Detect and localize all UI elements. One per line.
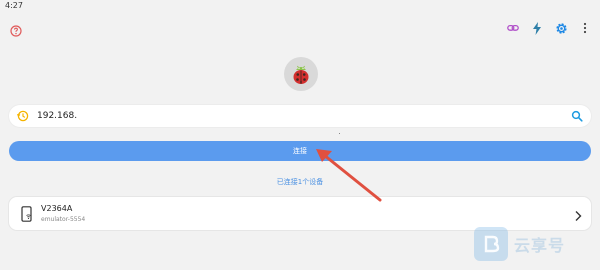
phone-icon	[21, 206, 33, 222]
top-actions	[506, 21, 592, 35]
search-bar	[9, 105, 591, 127]
chevron-right-icon	[573, 207, 583, 221]
device-name: V2364A	[41, 204, 73, 213]
link-icon[interactable]	[506, 21, 520, 35]
history-icon[interactable]	[17, 110, 29, 122]
app-logo	[284, 57, 318, 91]
more-vert-icon[interactable]	[578, 21, 592, 35]
status-bar: 4:27	[0, 0, 600, 14]
connect-button[interactable]: 连接	[9, 141, 591, 161]
address-input[interactable]	[37, 106, 571, 126]
stray-dot	[339, 133, 340, 134]
device-serial: emulator-5554	[41, 216, 86, 223]
status-time: 4:27	[5, 1, 23, 10]
watermark-logo	[474, 227, 508, 261]
watermark-text: 云享号	[514, 236, 566, 255]
help-icon[interactable]	[10, 22, 22, 37]
settings-icon[interactable]	[554, 21, 568, 35]
watermark: 云享号	[474, 224, 594, 264]
connected-status-text[interactable]: 已连接1个设备	[0, 177, 600, 187]
flash-icon[interactable]	[530, 21, 544, 35]
search-icon[interactable]	[571, 110, 583, 122]
